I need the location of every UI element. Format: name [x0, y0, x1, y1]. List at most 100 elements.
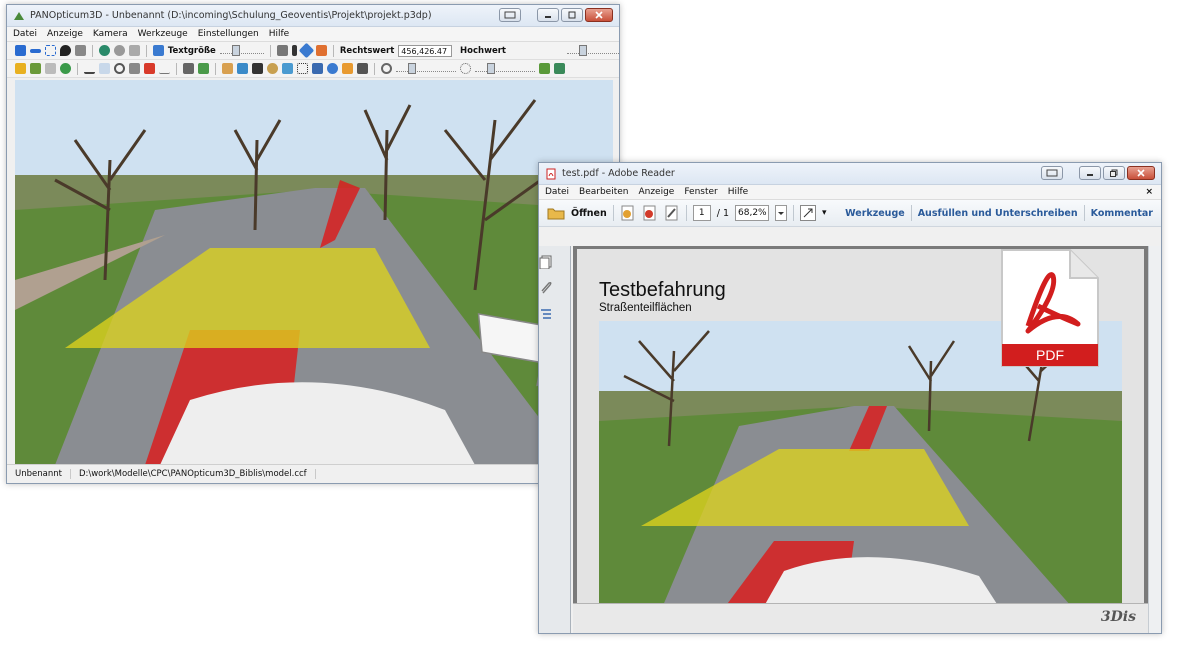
brightness-slider[interactable]	[396, 62, 456, 74]
line-icon[interactable]	[159, 63, 170, 74]
pano-menu-anzeige[interactable]: Anzeige	[47, 29, 83, 39]
textsize-label: Textgröße	[167, 45, 216, 56]
layers-icon[interactable]	[128, 45, 140, 56]
reader-close-button[interactable]	[1127, 166, 1155, 180]
arrow-icon[interactable]	[554, 63, 565, 74]
table-icon[interactable]	[222, 63, 233, 74]
logo-text: 3Dis	[1100, 609, 1136, 625]
star-icon[interactable]	[15, 63, 26, 74]
area-icon[interactable]	[99, 63, 110, 74]
warning-icon[interactable]	[144, 63, 155, 74]
reader-minimize-button[interactable]	[1079, 166, 1101, 180]
pano-maximize-button[interactable]	[561, 8, 583, 22]
toolbar-separator	[612, 205, 614, 221]
pano-menubar: Datei Anzeige Kamera Werkzeuge Einstellu…	[7, 27, 619, 42]
measure-icon[interactable]	[276, 45, 288, 56]
pano-menu-einstellungen[interactable]: Einstellungen	[198, 29, 259, 39]
reader-menu-fenster[interactable]: Fenster	[684, 187, 717, 197]
text-icon[interactable]	[152, 45, 164, 56]
hochwert-slider[interactable]	[567, 44, 619, 56]
pano-toolbar-2	[7, 60, 619, 78]
frame-icon[interactable]	[312, 63, 323, 74]
toolbar-separator	[332, 44, 334, 57]
zoom-input[interactable]: 68,2%	[735, 205, 770, 221]
contrast-slider[interactable]	[475, 62, 535, 74]
points-icon[interactable]	[297, 63, 308, 74]
reader-snap-button[interactable]	[1041, 166, 1063, 180]
palette-icon[interactable]	[237, 63, 248, 74]
folder-icon[interactable]	[547, 206, 565, 220]
snap-icon	[1046, 169, 1058, 177]
pano-menu-datei[interactable]: Datei	[13, 29, 37, 39]
edit-icon[interactable]	[664, 205, 680, 221]
tag-icon[interactable]	[342, 63, 353, 74]
page-number-input[interactable]: 1	[692, 205, 711, 221]
pano-statusbar: Unbenannt D:\work\Modelle\CPC\PANOpticum…	[7, 464, 619, 483]
fullscreen-icon[interactable]	[800, 205, 817, 221]
pano-menu-hilfe[interactable]: Hilfe	[269, 29, 289, 39]
create-pdf-icon[interactable]	[620, 205, 636, 221]
pin-icon[interactable]	[291, 45, 297, 56]
export-pdf-icon[interactable]	[642, 205, 658, 221]
attachment-icon[interactable]	[539, 281, 553, 295]
reader-menu-anzeige[interactable]: Anzeige	[638, 187, 674, 197]
reader-menu-bearbeiten[interactable]: Bearbeiten	[579, 187, 628, 197]
pdf-document-icon: PDF	[998, 246, 1102, 370]
pages-icon[interactable]	[539, 255, 553, 270]
brightness-icon[interactable]	[381, 63, 392, 74]
tree-icon[interactable]	[30, 63, 41, 74]
box-icon[interactable]	[282, 63, 293, 74]
camera-icon[interactable]	[75, 45, 86, 56]
minimize-icon	[1087, 174, 1093, 176]
bookmarks-icon[interactable]	[539, 307, 553, 321]
export-icon[interactable]	[357, 63, 368, 74]
pano-snap-button[interactable]	[499, 8, 521, 22]
reader-restore-button[interactable]	[1103, 166, 1125, 180]
camera-pos-icon[interactable]	[183, 63, 194, 74]
height-icon[interactable]	[129, 63, 140, 74]
add-icon[interactable]	[15, 45, 26, 56]
toolbar-more-icon[interactable]: ▾	[822, 208, 827, 218]
home-icon[interactable]	[539, 63, 550, 74]
status-model-path: D:\work\Modelle\CPC\PANOpticum3D_Biblis\…	[71, 469, 316, 479]
chevron-down-icon[interactable]	[775, 205, 788, 221]
road-scene[interactable]	[15, 80, 613, 465]
fill-sign-link[interactable]: Ausfüllen und Unterschreiben	[918, 208, 1078, 219]
pano-menu-werkzeuge[interactable]: Werkzeuge	[138, 29, 188, 39]
remove-icon[interactable]	[30, 48, 41, 53]
navigate-icon[interactable]	[298, 42, 315, 59]
logo-3dis: 3Dis	[1101, 609, 1136, 625]
copy-icon[interactable]	[45, 63, 56, 74]
pano-menu-kamera[interactable]: Kamera	[93, 29, 128, 39]
rechtswert-label: Rechtswert	[339, 45, 395, 56]
brush-icon[interactable]	[252, 63, 263, 74]
rechtswert-field[interactable]: 456,426.47	[398, 44, 453, 57]
textsize-slider[interactable]	[219, 44, 265, 56]
contrast-icon[interactable]	[460, 63, 471, 74]
color-icon[interactable]	[267, 63, 278, 74]
pano-minimize-button[interactable]	[537, 8, 559, 22]
panorama-view[interactable]	[15, 80, 613, 465]
select-icon[interactable]	[45, 45, 56, 56]
pano-titlebar[interactable]: PANOpticum3D - Unbenannt (D:\incoming\Sc…	[7, 5, 619, 27]
werkzeuge-link[interactable]: Werkzeuge	[845, 208, 905, 219]
pano-close-button[interactable]	[585, 8, 613, 22]
snap-icon	[504, 11, 516, 19]
reader-menu-datei[interactable]: Datei	[545, 187, 569, 197]
point-icon[interactable]	[60, 63, 71, 74]
reader-doc-close[interactable]: ×	[1145, 187, 1153, 197]
open-button[interactable]: Öffnen	[571, 208, 607, 219]
comment-link[interactable]: Kommentar	[1091, 208, 1153, 219]
view-icon[interactable]	[113, 45, 125, 56]
reader-scrollbar[interactable]	[1148, 246, 1161, 633]
search-icon[interactable]	[114, 63, 125, 74]
reader-titlebar[interactable]: test.pdf - Adobe Reader	[539, 163, 1161, 185]
shield-icon[interactable]	[315, 45, 327, 56]
polyline-icon[interactable]	[84, 63, 95, 74]
globe-icon[interactable]	[98, 45, 110, 56]
toolbar-separator	[176, 62, 177, 75]
marker-icon[interactable]	[60, 45, 71, 56]
sphere-icon[interactable]	[327, 63, 338, 74]
reader-menu-hilfe[interactable]: Hilfe	[728, 187, 748, 197]
grid-icon[interactable]	[198, 63, 209, 74]
